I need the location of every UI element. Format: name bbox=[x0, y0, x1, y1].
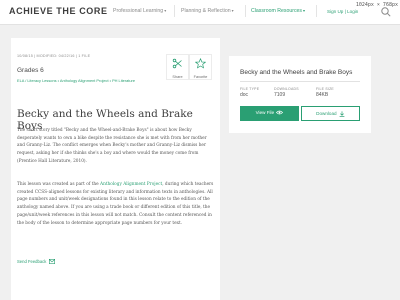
file-card: Becky and the Wheels and Brake Boys FILE… bbox=[229, 56, 371, 133]
nav-divider bbox=[174, 5, 175, 17]
view-file-button[interactable]: View File bbox=[240, 106, 299, 121]
nav-planning-reflection[interactable]: Planning & Reflection▾ bbox=[181, 8, 234, 14]
nav-label: Classroom Resources bbox=[251, 8, 303, 14]
eye-icon bbox=[276, 110, 284, 115]
summary-paragraph: The short story titled "Becky and the Wh… bbox=[17, 128, 207, 164]
breadcrumb[interactable]: ELA / Literacy Lessons • Anthology Align… bbox=[17, 78, 157, 84]
file-size-label: FILE SIZE bbox=[316, 87, 334, 91]
resource-card: 10/08/15 | MODIFIED: 04/22/16 | 1 FILE G… bbox=[11, 38, 220, 300]
downloads-stat: DOWNLOADS 7109 bbox=[274, 87, 299, 98]
file-type-label: FILE TYPE bbox=[240, 87, 260, 91]
favorite-label: Favorite bbox=[193, 75, 208, 79]
download-icon bbox=[339, 111, 345, 117]
downloads-value: 7109 bbox=[274, 92, 286, 98]
file-card-title: Becky and the Wheels and Brake Boys bbox=[240, 69, 353, 76]
nav-professional-learning[interactable]: Professional Learning▾ bbox=[113, 8, 166, 14]
site-logo[interactable]: ACHIEVE THE CORE bbox=[9, 6, 108, 16]
favorite-button[interactable]: Favorite bbox=[189, 54, 212, 80]
view-file-label: View File bbox=[255, 110, 275, 115]
file-size-value: 84KB bbox=[316, 92, 329, 98]
chevron-down-icon: ▾ bbox=[303, 8, 306, 13]
chevron-down-icon: ▾ bbox=[164, 8, 167, 13]
viewport-dimensions-badge: 1024px × 768px bbox=[355, 2, 398, 8]
signup-login-link[interactable]: Sign Up | Login bbox=[327, 9, 358, 14]
top-nav-bar: ACHIEVE THE CORE Professional Learning▾ … bbox=[0, 0, 400, 25]
send-feedback-label: Send Feedback bbox=[17, 259, 47, 264]
download-button[interactable]: Download bbox=[301, 106, 360, 121]
chevron-down-icon: ▾ bbox=[231, 8, 234, 13]
anthology-alignment-link[interactable]: Anthology Alignment Project bbox=[100, 182, 162, 187]
share-icon bbox=[172, 58, 182, 69]
context-text: , during which teachers created CCSS-ali… bbox=[17, 182, 214, 226]
nav-divider bbox=[245, 5, 246, 17]
divider bbox=[240, 81, 360, 82]
nav-label: Planning & Reflection bbox=[181, 8, 231, 14]
download-label: Download bbox=[316, 111, 337, 116]
context-paragraph: This lesson was created as part of the A… bbox=[17, 181, 215, 227]
nav-divider bbox=[316, 5, 317, 17]
resource-meta: 10/08/15 | MODIFIED: 04/22/16 | 1 FILE bbox=[17, 54, 91, 58]
nav-label: Professional Learning bbox=[113, 8, 164, 14]
file-type-value: doc bbox=[240, 92, 249, 98]
star-icon bbox=[194, 57, 207, 69]
context-text: This lesson was created as part of the bbox=[17, 182, 101, 187]
file-type-stat: FILE TYPE doc bbox=[240, 87, 259, 98]
share-button[interactable]: Share bbox=[166, 54, 189, 80]
grade-level: Grades 6 bbox=[17, 67, 44, 74]
nav-classroom-resources[interactable]: Classroom Resources▾ bbox=[251, 8, 305, 14]
share-label: Share bbox=[172, 75, 183, 79]
send-feedback-link[interactable]: Send Feedback bbox=[17, 259, 55, 265]
downloads-label: DOWNLOADS bbox=[274, 87, 299, 91]
email-icon bbox=[48, 259, 55, 265]
file-size-stat: FILE SIZE 84KB bbox=[316, 87, 334, 98]
